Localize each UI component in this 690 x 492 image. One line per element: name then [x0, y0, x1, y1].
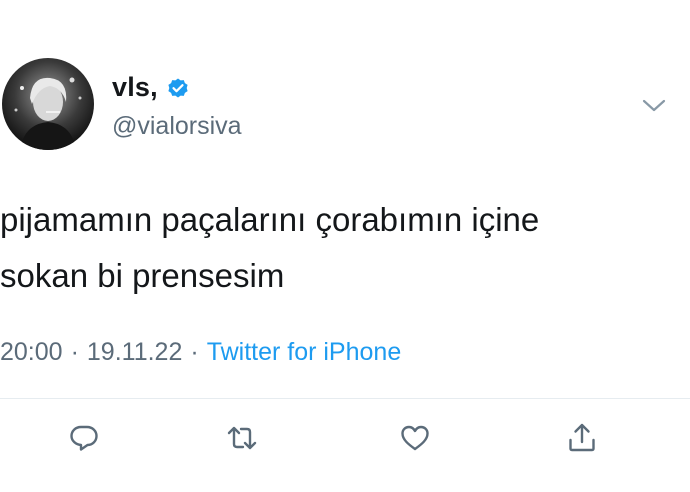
share-button[interactable]: [562, 418, 602, 458]
tweet-date[interactable]: 19.11.22: [87, 338, 182, 366]
user-handle[interactable]: @vialorsiva: [112, 112, 242, 141]
heart-icon: [401, 425, 429, 451]
avatar[interactable]: [2, 58, 94, 150]
retweet-icon: [227, 426, 257, 450]
name-row: vls,: [112, 72, 190, 103]
divider: [0, 398, 690, 399]
like-button[interactable]: [395, 418, 435, 458]
retweet-button[interactable]: [222, 418, 262, 458]
tweet-meta: 20:00 · 19.11.22 · Twitter for iPhone: [0, 338, 401, 367]
tweet-time[interactable]: 20:00: [0, 338, 63, 366]
avatar-photo-icon: [2, 58, 94, 150]
chevron-down-icon[interactable]: [640, 96, 668, 116]
tweet-source-link[interactable]: Twitter for iPhone: [207, 338, 402, 366]
share-icon: [569, 423, 595, 452]
reply-icon: [70, 425, 98, 451]
display-name[interactable]: vls,: [112, 72, 158, 103]
action-bar: [0, 418, 690, 458]
tweet-card: vls, @vialorsiva pijamamın paçalarını ço…: [0, 0, 690, 492]
reply-button[interactable]: [64, 418, 104, 458]
meta-separator: ·: [70, 338, 79, 366]
meta-separator: ·: [190, 338, 199, 366]
tweet-text: pijamamın paçalarını çorabımın içine sok…: [0, 201, 540, 294]
verified-badge-icon: [166, 77, 190, 101]
